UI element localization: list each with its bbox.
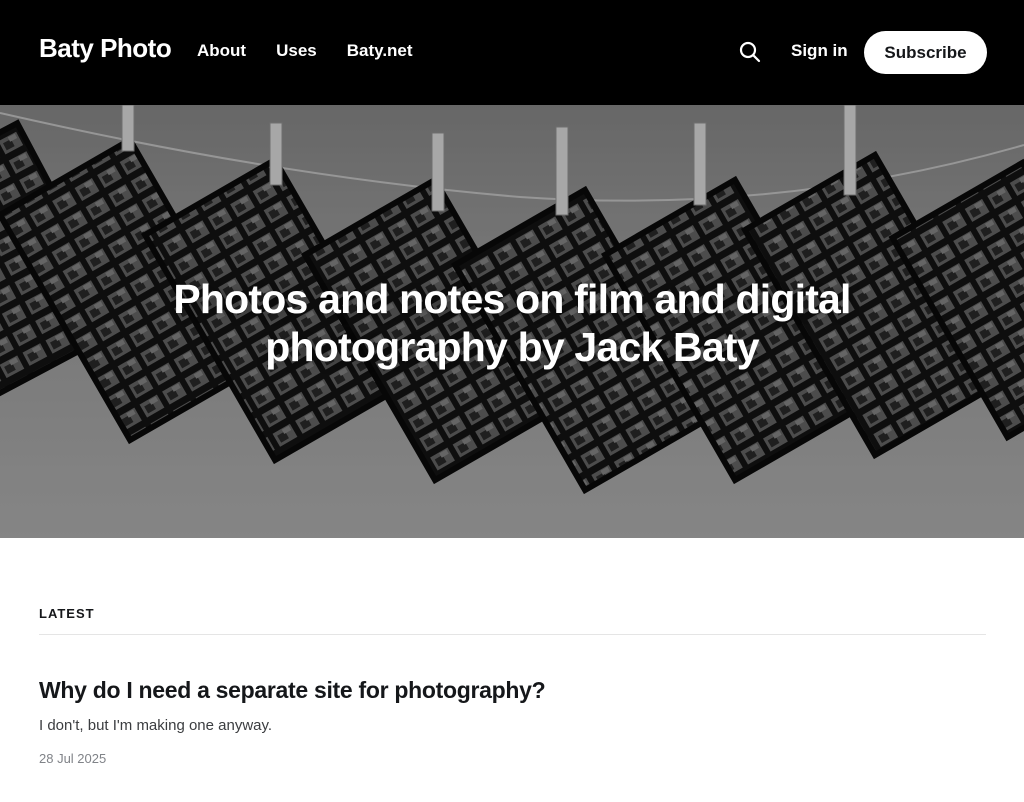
nav-item-baty-net[interactable]: Baty.net — [347, 41, 413, 61]
hero-title-line-2: photography by Jack Baty — [265, 324, 759, 370]
search-button[interactable] — [738, 40, 762, 64]
hero-title-line-1: Photos and notes on film and digital — [173, 276, 851, 322]
site-logo[interactable]: Baty Photo — [39, 33, 172, 64]
hero-title: Photos and notes on film and digital pho… — [112, 275, 912, 371]
search-icon — [739, 41, 761, 63]
nav-item-uses[interactable]: Uses — [276, 41, 317, 61]
section-divider — [39, 634, 986, 635]
post-date: 28 Jul 2025 — [39, 751, 107, 766]
nav-item-about[interactable]: About — [197, 41, 246, 61]
post-title-link[interactable]: Why do I need a separate site for photog… — [39, 677, 546, 704]
subscribe-button[interactable]: Subscribe — [864, 31, 987, 74]
sign-in-link[interactable]: Sign in — [791, 41, 848, 61]
site-header: Baty Photo About Uses Baty.net Sign in S… — [0, 0, 1024, 105]
hero-banner: Photos and notes on film and digital pho… — [0, 105, 1024, 538]
main-nav: About Uses Baty.net — [197, 41, 413, 61]
section-label-latest: LATEST — [39, 606, 95, 621]
post-excerpt: I don't, but I'm making one anyway. — [39, 717, 273, 734]
